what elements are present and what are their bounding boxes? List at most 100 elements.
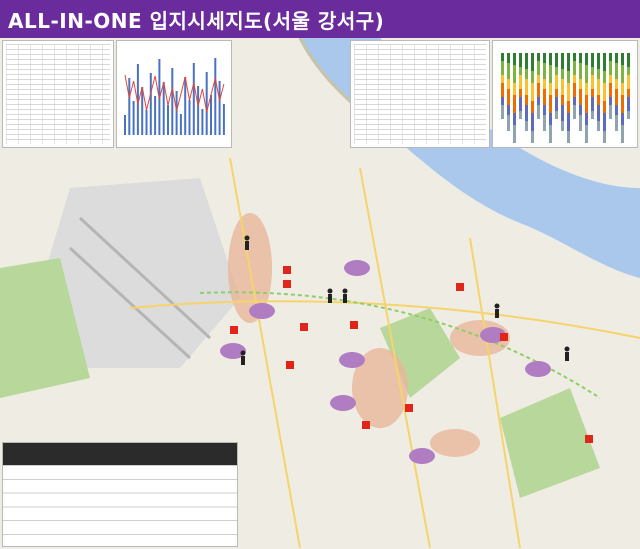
stacked-segment (609, 75, 612, 83)
chart-bar (201, 109, 204, 135)
stacked-segment (513, 53, 516, 65)
stacked-segment (615, 53, 618, 63)
stacked-segment (519, 89, 522, 97)
stacked-segment (627, 89, 630, 97)
stacked-segment (597, 79, 600, 95)
stacked-segment (621, 65, 624, 83)
stacked-segment (579, 79, 582, 89)
stacked-segment (627, 97, 630, 111)
chart-bar (222, 104, 225, 135)
stacked-segment (591, 111, 594, 119)
stacked-segment (549, 83, 552, 95)
stacked-segment (597, 69, 600, 79)
stacked-segment (573, 105, 576, 119)
stacked-segment (609, 83, 612, 97)
chart-bar (171, 68, 174, 135)
table-rows (3, 465, 237, 546)
stacked-segment (615, 115, 618, 131)
stacked-segment (567, 53, 570, 71)
stacked-segment (531, 101, 534, 113)
stacked-segment (585, 65, 588, 83)
stacked-segment (507, 63, 510, 79)
stacked-segment (531, 131, 534, 143)
stacked-segment (567, 113, 570, 131)
chart-bar (205, 72, 208, 135)
chart-bar (175, 91, 178, 135)
stacked-segment (585, 95, 588, 113)
stacked-segment (567, 101, 570, 113)
stacked-segment (501, 53, 504, 61)
stacked-segment (621, 125, 624, 143)
stacked-segment (519, 97, 522, 111)
stacked-segment (615, 79, 618, 89)
stacked-segment (549, 53, 552, 65)
stacked-segment (513, 95, 516, 113)
stacked-segment (579, 53, 582, 63)
stacked-segment (507, 105, 510, 115)
chart-bar (167, 105, 169, 135)
stacked-segment (537, 83, 540, 97)
stacked-segment (519, 67, 522, 75)
stacked-segment (603, 83, 606, 101)
stacked-segment (513, 113, 516, 125)
stacked-segment (627, 75, 630, 89)
stacked-segment (609, 97, 612, 105)
stacked-segment (585, 83, 588, 95)
stacked-chart-panel (492, 40, 638, 148)
stacked-segment (555, 53, 558, 67)
stacked-segment (597, 53, 600, 69)
chart-bar (179, 114, 182, 135)
stacked-segment (555, 67, 558, 75)
stacked-segment (561, 121, 564, 131)
stacked-segment (513, 65, 516, 83)
stacked-segment (579, 105, 582, 115)
stacked-segment (561, 69, 564, 79)
stacked-segment (603, 113, 606, 131)
stacked-segment (579, 115, 582, 131)
stacked-segment (525, 121, 528, 131)
stacked-segment (573, 97, 576, 105)
stacked-segment (501, 105, 504, 119)
stacked-segment (519, 53, 522, 67)
table-grid (6, 44, 110, 144)
stacked-segment (585, 53, 588, 65)
stacked-segment (603, 131, 606, 143)
stacked-segment (507, 79, 510, 89)
stacked-segment (615, 63, 618, 79)
stacked-segment (507, 89, 510, 105)
stacked-segment (621, 113, 624, 125)
stacked-segment (621, 53, 624, 65)
stacked-segment (549, 125, 552, 143)
stacked-segment (597, 105, 600, 121)
stacked-segment (597, 95, 600, 105)
stacked-segment (615, 105, 618, 115)
stacked-segment (543, 53, 546, 63)
title-banner: ALL-IN-ONE 입지시세지도(서울 강서구) (0, 0, 640, 38)
stacked-segment (591, 97, 594, 111)
stacked-segment (579, 89, 582, 105)
stacked-segment (531, 83, 534, 101)
chart-bar (197, 86, 200, 135)
stacked-segment (573, 75, 576, 83)
chart-bar (218, 81, 221, 135)
chart-bar (210, 95, 212, 135)
stacked-segment (549, 95, 552, 113)
chart-bar (188, 100, 191, 135)
stacked-segment (585, 125, 588, 143)
chart-line (124, 74, 225, 113)
stacked-segment (525, 53, 528, 69)
stacked-segment (525, 79, 528, 95)
chart-bar (128, 78, 131, 135)
stacked-segment (537, 61, 540, 75)
stacked-segment (621, 83, 624, 95)
stacked-segment (525, 95, 528, 105)
stacked-segment (591, 75, 594, 89)
chart-graphic (124, 58, 225, 135)
stacked-segment (585, 113, 588, 125)
stacked-segment (567, 83, 570, 101)
stacked-segment (543, 63, 546, 79)
table-grid (354, 44, 486, 144)
stacked-segment (591, 53, 594, 67)
stacked-segment (573, 83, 576, 97)
stacked-segment (627, 53, 630, 67)
